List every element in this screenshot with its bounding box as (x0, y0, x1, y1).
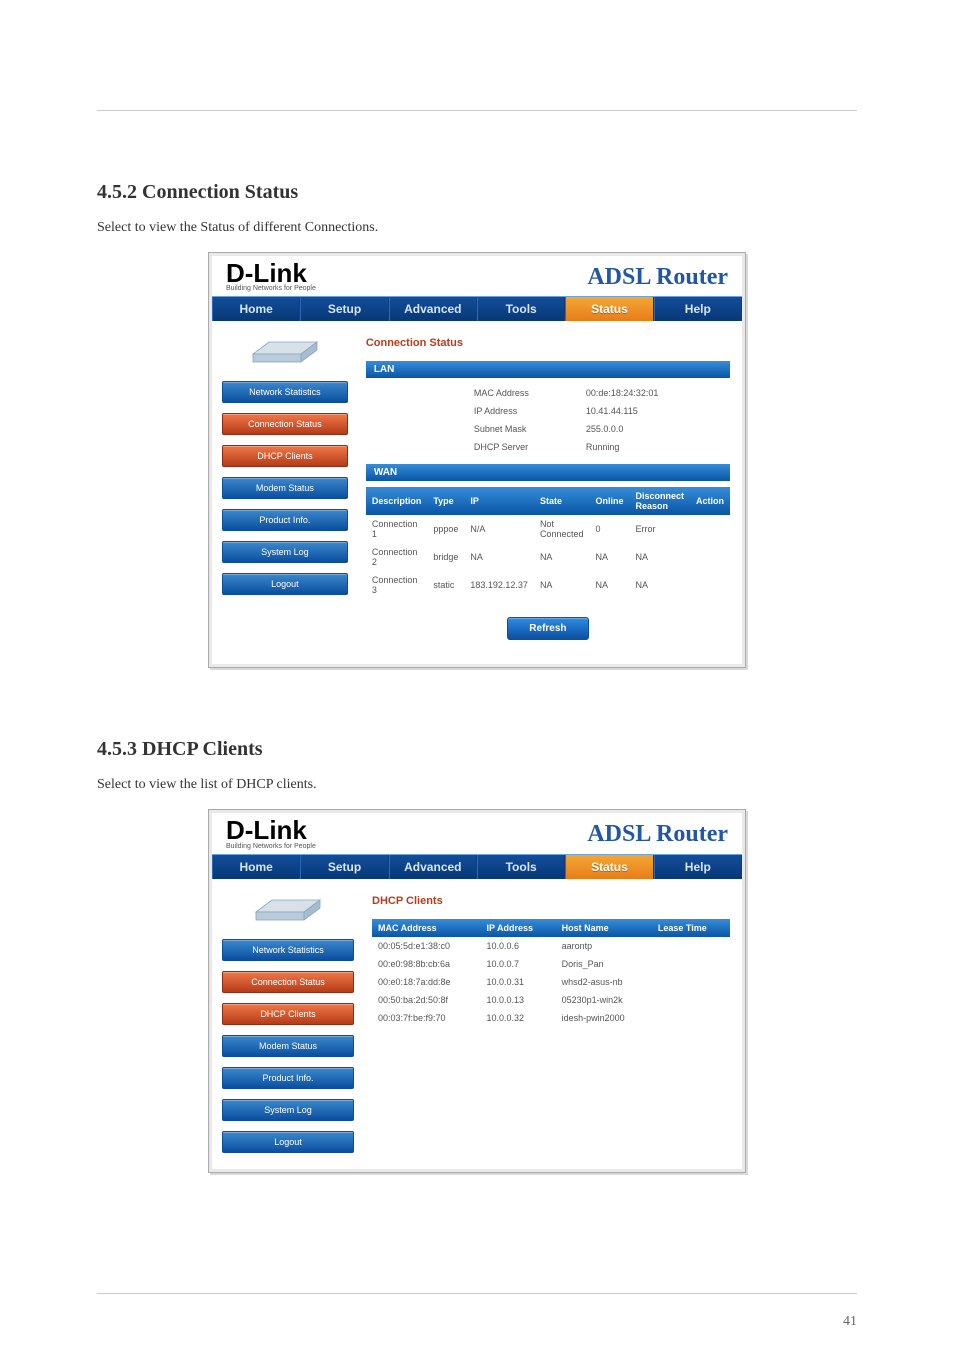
tab-home[interactable]: Home (212, 297, 300, 321)
lan-row: DHCP ServerRunning (366, 438, 730, 456)
sidebar-item-dhcp-clients[interactable]: DHCP Clients (222, 445, 348, 467)
wan-table: Description Type IP State Online Disconn… (366, 487, 730, 599)
wan-h-type: Type (427, 487, 464, 515)
sidebar-item-system-log[interactable]: System Log (222, 1099, 354, 1121)
wan-h-online: Online (589, 487, 629, 515)
router-header: D-Link Building Networks for People ADSL… (212, 813, 742, 853)
section1-title: 4.5.2 Connection Status (97, 181, 857, 204)
dhcp-row: 00:05:5d:e1:38:c010.0.0.6aarontp (372, 937, 730, 955)
router-banner: ADSL Router (587, 264, 728, 291)
wan-h-reason: Disconnect Reason (629, 487, 690, 515)
sidebar-item-connection-status[interactable]: Connection Status (222, 971, 354, 993)
tab-status[interactable]: Status (565, 855, 653, 879)
screenshot-connection-status: D-Link Building Networks for People ADSL… (208, 252, 746, 668)
tab-help[interactable]: Help (654, 297, 742, 321)
tab-setup[interactable]: Setup (300, 297, 388, 321)
wan-h-ip: IP (464, 487, 534, 515)
refresh-button[interactable]: Refresh (507, 617, 589, 640)
content-title: Connection Status (366, 337, 730, 349)
dhcp-header-row: MAC Address IP Address Host Name Lease T… (372, 919, 730, 937)
section1-desc: Select to view the Status of different C… (97, 220, 857, 236)
wan-panel-header: WAN (366, 464, 730, 481)
sidebar: Network Statistics Connection Status DHC… (212, 321, 358, 664)
router-header: D-Link Building Networks for People ADSL… (212, 256, 742, 296)
sidebar-item-logout[interactable]: Logout (222, 1131, 354, 1153)
dhcp-h-lease: Lease Time (652, 919, 730, 937)
tab-help[interactable]: Help (654, 855, 742, 879)
dhcp-row: 00:e0:98:8b:cb:6a10.0.0.7Doris_Pan (372, 955, 730, 973)
modem-icon (222, 329, 348, 371)
sidebar-item-connection-status[interactable]: Connection Status (222, 413, 348, 435)
wan-row: Connection 3 static 183.192.12.37 NA NA … (366, 571, 730, 599)
tabbar: Home Setup Advanced Tools Status Help (212, 296, 742, 321)
tab-tools[interactable]: Tools (477, 855, 565, 879)
sidebar-item-modem-status[interactable]: Modem Status (222, 477, 348, 499)
dhcp-table: MAC Address IP Address Host Name Lease T… (372, 919, 730, 1027)
logo-text: D-Link (226, 819, 316, 842)
top-rule (97, 110, 857, 111)
lan-table: MAC Address00:de:18:24:32:01 IP Address1… (366, 384, 730, 456)
wan-h-desc: Description (366, 487, 428, 515)
bottom-rule (97, 1293, 857, 1294)
lan-row: Subnet Mask255.0.0.0 (366, 420, 730, 438)
sidebar-item-product-info[interactable]: Product Info. (222, 1067, 354, 1089)
wan-header-row: Description Type IP State Online Disconn… (366, 487, 730, 515)
router-banner: ADSL Router (587, 821, 728, 848)
sidebar-item-modem-status[interactable]: Modem Status (222, 1035, 354, 1057)
lan-row: MAC Address00:de:18:24:32:01 (366, 384, 730, 402)
dhcp-row: 00:e0:18:7a:dd:8e10.0.0.31whsd2-asus-nb (372, 973, 730, 991)
wan-h-action: Action (690, 487, 730, 515)
content-area: DHCP Clients MAC Address IP Address Host… (364, 879, 742, 1169)
dhcp-row: 00:03:7f:be:f9:7010.0.0.32idesh-pwin2000 (372, 1009, 730, 1027)
screenshot-dhcp-clients: D-Link Building Networks for People ADSL… (208, 809, 746, 1172)
dhcp-h-host: Host Name (556, 919, 652, 937)
sidebar-item-system-log[interactable]: System Log (222, 541, 348, 563)
dhcp-row: 00:50:ba:2d:50:8f10.0.0.1305230p1-win2k (372, 991, 730, 1009)
tab-tools[interactable]: Tools (477, 297, 565, 321)
logo-sub: Building Networks for People (226, 285, 316, 292)
tab-home[interactable]: Home (212, 855, 300, 879)
modem-icon (222, 887, 354, 929)
content-title: DHCP Clients (372, 895, 730, 907)
wan-row: Connection 1 pppoe N/A Not Connected 0 E… (366, 515, 730, 543)
lan-row: IP Address10.41.44.115 (366, 402, 730, 420)
section2-title: 4.5.3 DHCP Clients (97, 738, 857, 761)
tab-status[interactable]: Status (565, 297, 653, 321)
tabbar: Home Setup Advanced Tools Status Help (212, 854, 742, 879)
logo-sub: Building Networks for People (226, 843, 316, 850)
sidebar-item-network-statistics[interactable]: Network Statistics (222, 939, 354, 961)
sidebar-item-logout[interactable]: Logout (222, 573, 348, 595)
wan-h-state: State (534, 487, 590, 515)
page-number: 41 (97, 1314, 857, 1330)
sidebar-item-product-info[interactable]: Product Info. (222, 509, 348, 531)
sidebar-item-dhcp-clients[interactable]: DHCP Clients (222, 1003, 354, 1025)
dlink-logo: D-Link Building Networks for People (226, 819, 316, 849)
sidebar: Network Statistics Connection Status DHC… (212, 879, 364, 1169)
dlink-logo: D-Link Building Networks for People (226, 262, 316, 292)
sidebar-item-network-statistics[interactable]: Network Statistics (222, 381, 348, 403)
tab-setup[interactable]: Setup (300, 855, 388, 879)
tab-advanced[interactable]: Advanced (389, 297, 477, 321)
content-area: Connection Status LAN MAC Address00:de:1… (358, 321, 742, 664)
tab-advanced[interactable]: Advanced (389, 855, 477, 879)
section2-desc: Select to view the list of DHCP clients. (97, 777, 857, 793)
dhcp-h-mac: MAC Address (372, 919, 481, 937)
wan-row: Connection 2 bridge NA NA NA NA (366, 543, 730, 571)
lan-panel-header: LAN (366, 361, 730, 378)
dhcp-h-ip: IP Address (481, 919, 556, 937)
logo-text: D-Link (226, 262, 316, 285)
